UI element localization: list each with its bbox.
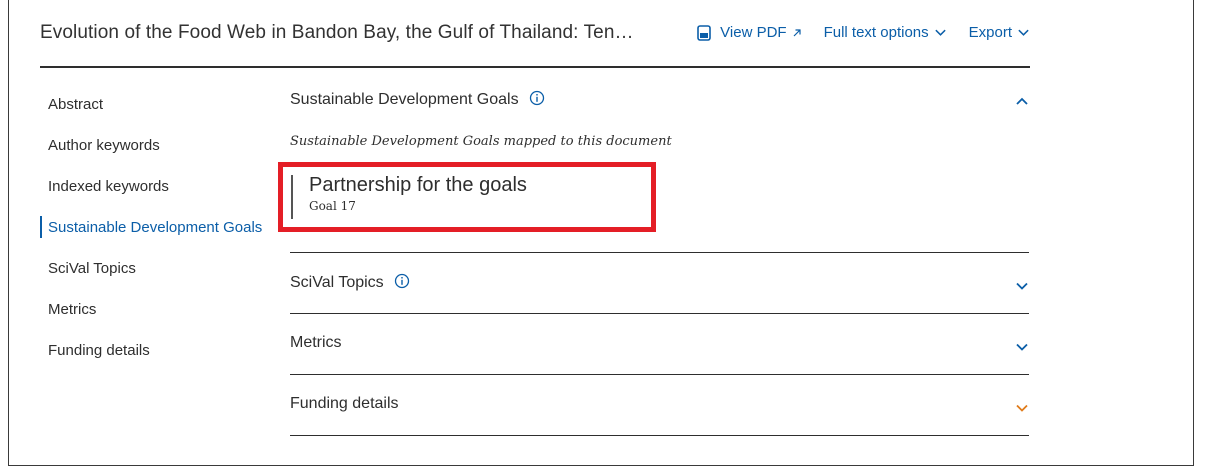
info-icon[interactable] — [529, 90, 545, 106]
scival-topics-section[interactable]: SciVal Topics — [290, 253, 1029, 314]
export-button[interactable]: Export — [969, 24, 1030, 41]
header-actions: View PDF Full text options Export — [674, 24, 1030, 41]
document-header: Evolution of the Food Web in Bandon Bay,… — [40, 16, 1030, 68]
nav-item-sustainable-development-goals[interactable]: Sustainable Development Goals — [40, 207, 270, 248]
nav-item-funding-details[interactable]: Funding details — [40, 330, 270, 371]
goal-card: Partnership for the goals Goal 17 — [291, 174, 527, 219]
view-pdf-label: View PDF — [720, 24, 787, 41]
chevron-down-icon[interactable] — [1015, 401, 1029, 415]
metrics-section-title: Metrics — [290, 334, 342, 351]
chevron-down-icon — [934, 29, 946, 36]
nav-item-scival-topics[interactable]: SciVal Topics — [40, 248, 270, 289]
document-title: Evolution of the Food Web in Bandon Bay,… — [40, 22, 634, 43]
goal-highlight-box: Partnership for the goals Goal 17 — [278, 162, 656, 232]
full-text-options-label: Full text options — [823, 24, 929, 41]
nav-item-abstract[interactable]: Abstract — [40, 84, 270, 125]
pdf-file-icon — [697, 24, 711, 41]
sdg-section-header[interactable]: Sustainable Development Goals — [290, 72, 1029, 128]
sdg-section-title: Sustainable Development Goals — [290, 90, 545, 109]
funding-section-title: Funding details — [290, 395, 399, 412]
sdg-section: Sustainable Development Goals Sustainabl… — [278, 72, 1029, 253]
nav-item-metrics[interactable]: Metrics — [40, 289, 270, 330]
export-label: Export — [968, 24, 1012, 41]
external-arrow-icon — [793, 28, 801, 36]
sdg-title-text: Sustainable Development Goals — [290, 91, 519, 108]
full-text-options-button[interactable]: Full text options — [824, 24, 947, 41]
chevron-down-icon[interactable] — [1015, 279, 1029, 293]
view-pdf-button[interactable]: View PDF — [696, 24, 801, 41]
chevron-down-icon — [1018, 29, 1029, 36]
main-content: Sustainable Development Goals Sustainabl… — [278, 72, 1029, 436]
funding-details-section[interactable]: Funding details — [290, 375, 1029, 436]
chevron-up-icon[interactable] — [1015, 94, 1029, 108]
scival-section-title: SciVal Topics — [290, 273, 410, 292]
section-navigation: Abstract Author keywords Indexed keyword… — [40, 84, 270, 371]
chevron-down-icon[interactable] — [1015, 340, 1029, 354]
metrics-section[interactable]: Metrics — [290, 314, 1029, 375]
sdg-mapped-description: Sustainable Development Goals mapped to … — [290, 134, 672, 149]
scival-title-text: SciVal Topics — [290, 274, 384, 291]
nav-item-author-keywords[interactable]: Author keywords — [40, 125, 270, 166]
nav-item-indexed-keywords[interactable]: Indexed keywords — [40, 166, 270, 207]
goal-number: Goal 17 — [309, 199, 356, 213]
goal-title: Partnership for the goals — [309, 174, 527, 196]
info-icon[interactable] — [394, 273, 410, 289]
